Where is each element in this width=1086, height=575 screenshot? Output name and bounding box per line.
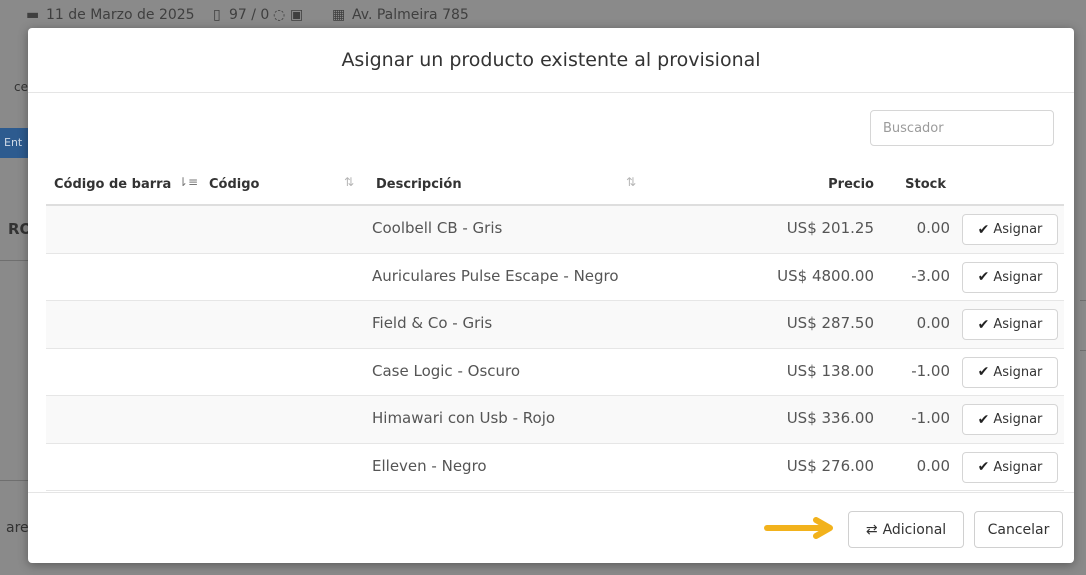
- plus-square-icon: ▣: [290, 7, 304, 23]
- product-table-body: Coolbell CB - Gris US$ 201.25 0.00 ✔ Asig…: [46, 206, 1064, 491]
- cancel-button-label: Cancelar: [987, 521, 1050, 538]
- check-icon: ✔: [977, 269, 990, 285]
- cell-description: Field & Co - Gris: [372, 314, 493, 332]
- modal-header: Asignar un producto existente al provisi…: [28, 28, 1074, 93]
- cell-price: US$ 336.00: [786, 409, 874, 427]
- background-divider: [1080, 350, 1086, 351]
- background-sidebar: [0, 30, 28, 575]
- background-button: Ent: [0, 128, 28, 158]
- cell-stock: -3.00: [911, 266, 950, 285]
- check-icon: ✔: [977, 316, 990, 333]
- cell-price: US$ 287.50: [786, 314, 874, 332]
- cell-stock: -1.00: [911, 409, 950, 427]
- cell-price: US$ 4800.00: [777, 266, 874, 285]
- building-icon: ▦: [332, 7, 346, 23]
- table-row: Case Logic - Oscuro US$ 138.00 -1.00 ✔ As…: [46, 349, 1064, 396]
- whatsapp-icon: ◌: [273, 7, 286, 23]
- cell-price: US$ 138.00: [786, 361, 874, 380]
- sort-icon[interactable]: ⇅: [344, 175, 354, 189]
- assign-button[interactable]: ✔ Asignar: [962, 451, 1058, 483]
- assign-button-label: Asignar: [993, 269, 1043, 285]
- column-header-stock[interactable]: Stock: [905, 177, 946, 192]
- table-row: Himawari con Usb - Rojo US$ 336.00 -1.00…: [46, 396, 1064, 444]
- sort-asc-icon[interactable]: ⇂≡: [178, 175, 198, 189]
- background-fragment-tab: ce: [14, 80, 28, 94]
- background-divider: [1080, 300, 1086, 301]
- adicional-button-label: Adicional: [882, 521, 947, 538]
- check-icon: ✔: [977, 364, 990, 380]
- check-icon: ✔: [977, 221, 990, 238]
- sort-icon[interactable]: ⇅: [626, 175, 636, 189]
- cell-stock: -1.00: [911, 361, 950, 380]
- table-row: Elleven - Negro US$ 276.00 0.00 ✔ Asignar: [46, 444, 1064, 491]
- table-row: Field & Co - Gris US$ 287.50 0.00 ✔ Asign…: [46, 301, 1064, 349]
- background-divider: [0, 260, 28, 261]
- assign-button[interactable]: ✔ Asignar: [962, 214, 1058, 245]
- modal-title: Asignar un producto existente al provisi…: [341, 49, 761, 71]
- cell-description: Elleven - Negro: [372, 456, 487, 475]
- cell-stock: 0.00: [916, 219, 950, 237]
- adicional-button[interactable]: ⇄ Adicional: [848, 511, 964, 548]
- cell-description: Coolbell CB - Gris: [372, 219, 503, 237]
- cell-price: US$ 201.25: [786, 219, 874, 237]
- assign-button[interactable]: ✔ Asignar: [962, 356, 1058, 388]
- table-row: Coolbell CB - Gris US$ 201.25 0.00 ✔ Asig…: [46, 206, 1064, 254]
- column-header-barcode[interactable]: Código de barra: [54, 177, 171, 192]
- background-address: Av. Palmeira 785: [352, 7, 469, 23]
- calendar-icon: ▬: [26, 7, 40, 23]
- column-header-description[interactable]: Descripción: [376, 177, 462, 192]
- cell-description: Auriculares Pulse Escape - Negro: [372, 266, 619, 285]
- column-header-price[interactable]: Precio: [828, 177, 874, 192]
- assign-button[interactable]: ✔ Asignar: [962, 404, 1058, 435]
- cell-description: Himawari con Usb - Rojo: [372, 409, 556, 427]
- background-counter: 97 / 0: [229, 7, 270, 23]
- cell-description: Case Logic - Oscuro: [372, 361, 521, 380]
- assign-button[interactable]: ✔ Asignar: [962, 309, 1058, 340]
- assign-button[interactable]: ✔ Asignar: [962, 261, 1058, 293]
- background-fragment-bottom: are: [6, 520, 29, 536]
- assign-button-label: Asignar: [993, 317, 1043, 332]
- modal-footer: ⇄ Adicional Cancelar: [28, 492, 1074, 563]
- assign-product-modal: Asignar un producto existente al provisi…: [28, 28, 1074, 563]
- assign-button-label: Asignar: [993, 412, 1043, 427]
- check-icon: ✔: [977, 411, 990, 428]
- background-date: 11 de Marzo de 2025: [46, 7, 195, 23]
- phone-icon: ▯: [213, 7, 221, 23]
- repeat-icon: ⇄: [865, 521, 878, 538]
- search-container: [870, 110, 1054, 146]
- pointer-arrow-icon: [764, 517, 833, 539]
- table-row: Auriculares Pulse Escape - Negro US$ 480…: [46, 254, 1064, 301]
- cell-price: US$ 276.00: [786, 456, 874, 475]
- check-icon: ✔: [977, 459, 990, 475]
- assign-button-label: Asignar: [993, 364, 1043, 380]
- search-input[interactable]: [870, 110, 1054, 146]
- cancel-button[interactable]: Cancelar: [974, 511, 1063, 548]
- assign-button-label: Asignar: [993, 459, 1043, 475]
- assign-button-label: Asignar: [993, 222, 1043, 237]
- table-header: Código de barra ⇂≡ Código ⇅ Descripción …: [46, 168, 1064, 206]
- column-header-code[interactable]: Código: [209, 177, 259, 192]
- background-header: ▬ 11 de Marzo de 2025 ▯ 97 / 0 ◌ ▣ ▦ Av.…: [0, 0, 1086, 30]
- cell-stock: 0.00: [916, 314, 950, 332]
- cell-stock: 0.00: [916, 456, 950, 475]
- background-divider: [0, 480, 28, 481]
